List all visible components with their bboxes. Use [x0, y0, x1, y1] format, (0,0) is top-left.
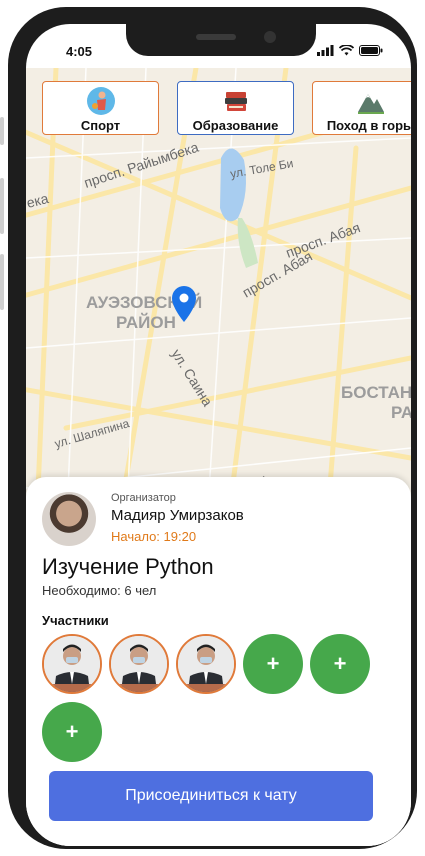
phone-screen: 4:05 просп. Райымбека ул. Толе Би просп.…	[26, 24, 411, 846]
map-view[interactable]: просп. Райымбека ул. Толе Би просп. Абая…	[26, 68, 411, 538]
phone-volume-up	[0, 178, 4, 234]
mountain-icon	[357, 94, 384, 114]
phone-frame: 4:05 просп. Райымбека ул. Толе Би просп.…	[8, 7, 417, 849]
notch	[126, 24, 316, 56]
person-photo	[178, 636, 234, 692]
category-education[interactable]: Образование	[177, 81, 294, 135]
map-canvas[interactable]: просп. Райымбека ул. Толе Би просп. Абая…	[26, 68, 411, 538]
participants-label: Участники	[42, 613, 109, 628]
signal-icon	[317, 45, 334, 56]
category-sport-label: Спорт	[80, 118, 121, 133]
category-bar: Спорт Образование Поход в горы	[42, 81, 411, 135]
person-photo	[44, 636, 100, 692]
event-title: Изучение Python	[42, 554, 214, 579]
organizer-label: Организатор	[111, 492, 176, 504]
wifi-icon	[339, 45, 354, 56]
participant-avatar[interactable]	[42, 634, 102, 694]
camera	[264, 31, 276, 43]
add-participant-button[interactable]: +	[42, 702, 102, 762]
category-sport[interactable]: Спорт	[42, 81, 159, 135]
participant-avatar[interactable]	[176, 634, 236, 694]
add-participant-button[interactable]: +	[310, 634, 370, 694]
speaker	[196, 34, 236, 40]
status-icons	[317, 45, 383, 56]
start-time: Начало: 19:20	[111, 529, 197, 544]
category-education-label: Образование	[192, 118, 279, 133]
add-participant-button[interactable]: +	[243, 634, 303, 694]
organizer-name: Мадияр Умирзаков	[111, 507, 244, 524]
books-icon	[224, 92, 247, 111]
phone-volume-down	[0, 254, 4, 310]
person-photo	[111, 636, 167, 692]
map-label-district1b: РАЙОН	[116, 313, 176, 332]
map-label-district2b: РАЙ	[391, 403, 411, 422]
needed-count: Необходимо: 6 чел	[42, 583, 157, 598]
status-time: 4:05	[66, 44, 93, 59]
category-hiking-label: Поход в горы	[326, 118, 411, 133]
phone-side-button	[0, 117, 4, 145]
organizer-avatar[interactable]	[42, 492, 96, 546]
event-sheet: Организатор Мадияр Умирзаков Начало: 19:…	[26, 477, 411, 846]
battery-icon	[359, 45, 383, 56]
join-chat-button[interactable]: Присоединиться к чату	[49, 771, 373, 821]
participant-avatar[interactable]	[109, 634, 169, 694]
category-hiking[interactable]: Поход в горы	[312, 81, 411, 135]
sport-icon	[86, 87, 115, 115]
map-label-district2: БОСТАН	[341, 383, 411, 402]
